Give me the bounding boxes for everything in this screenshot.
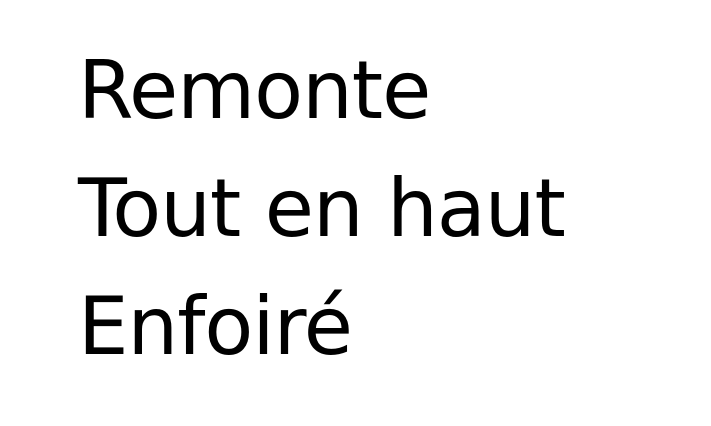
text-line-1: Remonte: [78, 44, 431, 137]
text-line-2: Tout en haut: [78, 162, 566, 255]
text-line-3: Enfoiré: [78, 280, 353, 373]
text-block: Remonte Tout en haut Enfoiré: [78, 32, 566, 386]
